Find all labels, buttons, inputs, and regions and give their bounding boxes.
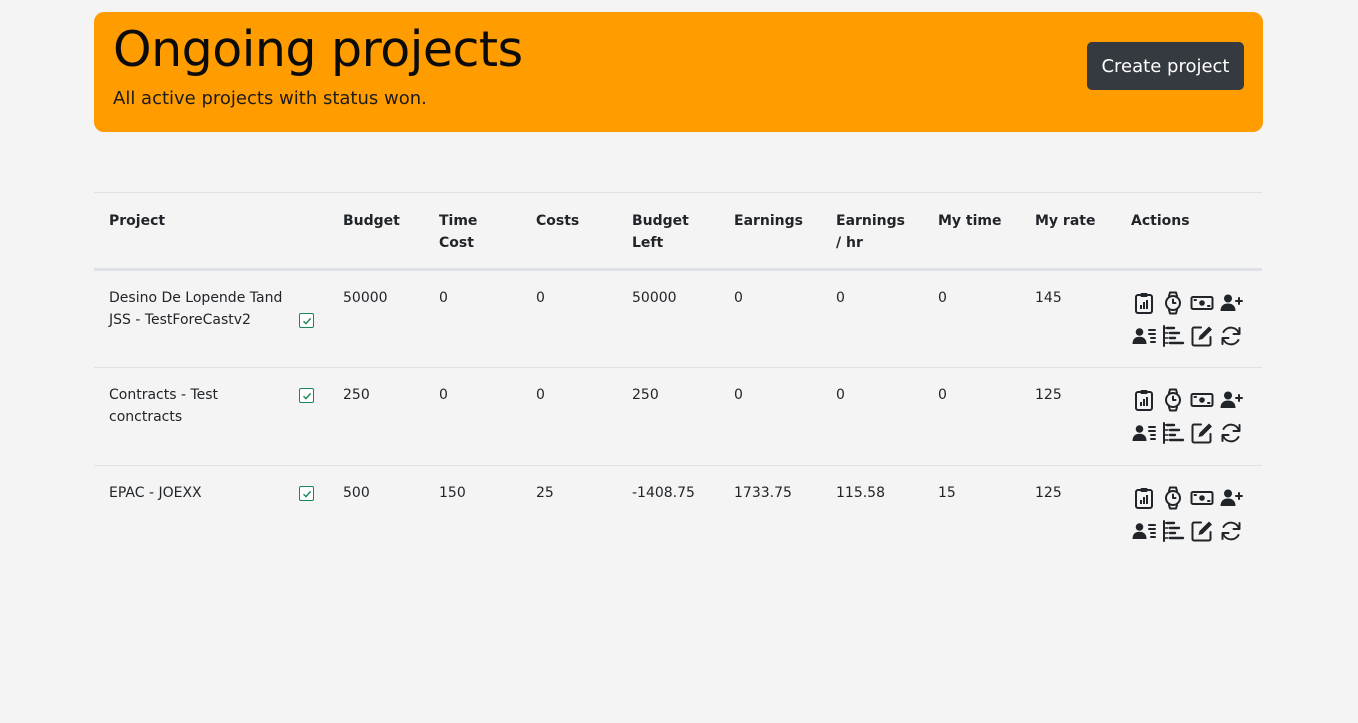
cell-costs: 0: [521, 269, 617, 368]
page-header: Ongoing projects All active projects wit…: [94, 12, 1263, 132]
edit-icon[interactable]: [1189, 419, 1214, 446]
money-icon[interactable]: [1189, 386, 1214, 413]
watch-icon[interactable]: [1160, 386, 1185, 413]
cell-costs: 0: [521, 367, 617, 466]
cell-budget-left: 50000: [617, 269, 719, 368]
cell-project: EPAC - JOEXX: [94, 466, 328, 562]
cell-my-rate: 125: [1020, 367, 1116, 466]
cell-earnings-hr: 0: [821, 367, 923, 466]
check-icon[interactable]: [299, 388, 314, 403]
check-icon[interactable]: [299, 313, 314, 328]
table-row: Contracts - Test conctracts 250 0 0 250 …: [94, 367, 1262, 466]
user-list-icon[interactable]: [1131, 419, 1156, 446]
add-user-icon[interactable]: [1218, 484, 1243, 511]
project-name: Contracts - Test conctracts: [109, 387, 219, 425]
cell-budget: 250: [328, 367, 424, 466]
cell-earnings-hr: 115.58: [836, 485, 885, 501]
cell-actions: [1116, 269, 1262, 368]
cell-earnings: 1733.75: [734, 485, 792, 501]
add-user-icon[interactable]: [1218, 289, 1243, 316]
cell-my-rate: 145: [1020, 269, 1116, 368]
cell-project: Desino De Lopende Tand JSS - TestForeCas…: [94, 269, 328, 368]
cell-my-time: 0: [923, 367, 1020, 466]
table-row: Desino De Lopende Tand JSS - TestForeCas…: [94, 269, 1262, 368]
add-user-icon[interactable]: [1218, 386, 1243, 413]
tree-list-icon[interactable]: [1160, 517, 1185, 544]
row-actions: [1131, 287, 1249, 349]
clipboard-chart-icon[interactable]: [1131, 386, 1156, 413]
cell-actions: [1116, 466, 1262, 562]
tree-list-icon[interactable]: [1160, 419, 1185, 446]
cell-time-cost: 0: [424, 367, 521, 466]
page-title: Ongoing projects: [113, 21, 523, 78]
col-actions: Actions: [1116, 192, 1262, 271]
watch-icon[interactable]: [1160, 289, 1185, 316]
edit-icon[interactable]: [1189, 322, 1214, 349]
project-name: EPAC - JOEXX: [109, 485, 202, 501]
clipboard-chart-icon[interactable]: [1131, 484, 1156, 511]
cell-budget-left: -1408.75: [632, 485, 695, 501]
watch-icon[interactable]: [1160, 484, 1185, 511]
edit-icon[interactable]: [1189, 517, 1214, 544]
cell-earnings: 0: [719, 269, 821, 368]
refresh-icon[interactable]: [1218, 419, 1243, 446]
row-actions: [1131, 384, 1249, 446]
money-icon[interactable]: [1189, 289, 1214, 316]
table-header-row: Project Budget Time Cost Costs Budget Le…: [94, 192, 1262, 271]
cell-costs: 25: [536, 485, 554, 501]
cell-my-time: 15: [938, 485, 956, 501]
user-list-icon[interactable]: [1131, 517, 1156, 544]
create-project-button[interactable]: Create project: [1087, 42, 1244, 90]
row-actions: [1131, 482, 1249, 544]
page-subtitle: All active projects with status won.: [113, 88, 427, 109]
col-my-time: My time: [923, 192, 1020, 271]
cell-earnings-hr: 0: [821, 269, 923, 368]
col-earnings-hr: Earnings / hr: [821, 192, 923, 271]
refresh-icon[interactable]: [1218, 517, 1243, 544]
cell-budget: 500: [343, 485, 370, 501]
cell-time-cost: 150: [439, 485, 466, 501]
cell-time-cost: 0: [424, 269, 521, 368]
clipboard-chart-icon[interactable]: [1131, 289, 1156, 316]
money-icon[interactable]: [1189, 484, 1214, 511]
col-costs: Costs: [521, 192, 617, 271]
cell-project: Contracts - Test conctracts: [94, 367, 328, 466]
check-icon[interactable]: [299, 486, 314, 501]
projects-table: Project Budget Time Cost Costs Budget Le…: [94, 192, 1262, 562]
user-list-icon[interactable]: [1131, 322, 1156, 349]
project-name: Desino De Lopende Tand JSS - TestForeCas…: [109, 290, 283, 328]
cell-budget-left: 250: [617, 367, 719, 466]
col-budget-left: Budget Left: [617, 192, 719, 271]
tree-list-icon[interactable]: [1160, 322, 1185, 349]
cell-my-time: 0: [923, 269, 1020, 368]
cell-earnings: 0: [719, 367, 821, 466]
cell-actions: [1116, 367, 1262, 466]
refresh-icon[interactable]: [1218, 322, 1243, 349]
col-time-cost: Time Cost: [424, 192, 521, 271]
cell-budget: 50000: [328, 269, 424, 368]
col-earnings: Earnings: [719, 192, 821, 271]
table-row: EPAC - JOEXX 500 150 25 -1408.75 1733.75…: [94, 466, 1262, 562]
col-budget: Budget: [328, 192, 424, 271]
cell-my-rate: 125: [1035, 485, 1062, 501]
col-my-rate: My rate: [1020, 192, 1116, 271]
col-project: Project: [94, 192, 328, 271]
